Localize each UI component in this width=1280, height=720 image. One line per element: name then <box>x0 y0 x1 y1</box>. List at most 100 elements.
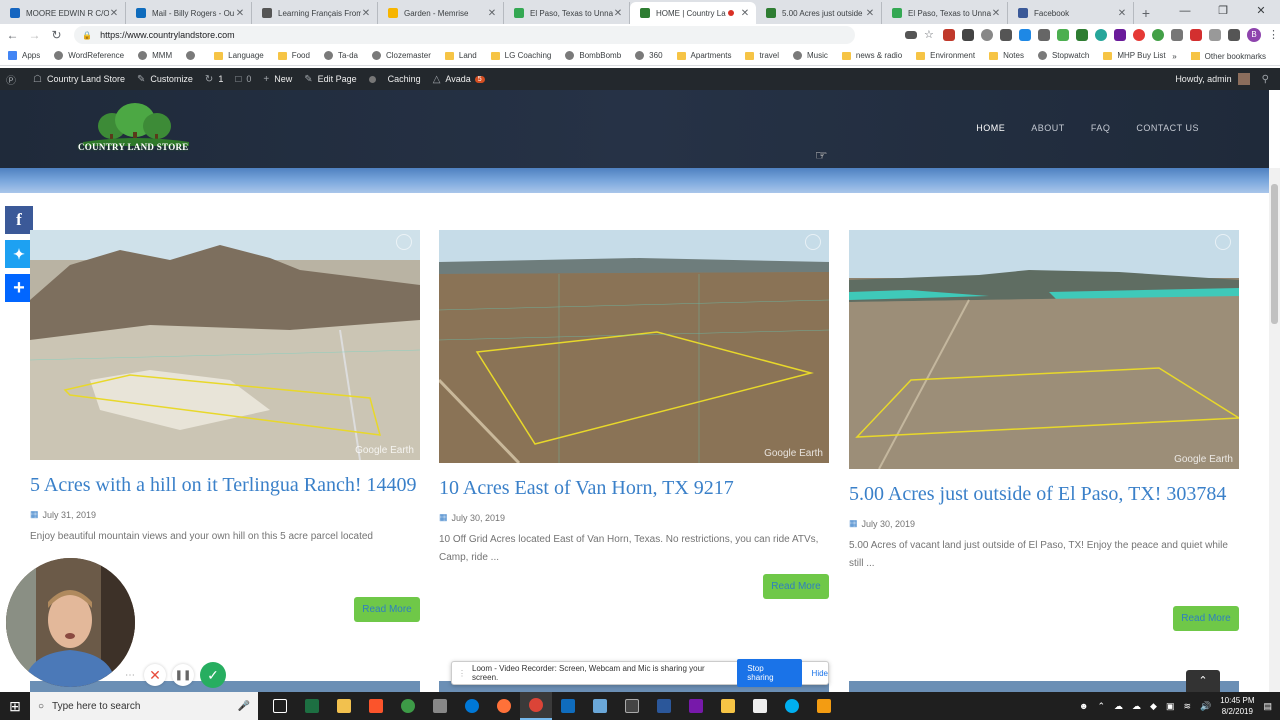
browser-tab[interactable]: Mail - Billy Rogers - Ou ✕ <box>126 2 252 24</box>
more-dots-icon[interactable]: ⋯ <box>122 667 138 683</box>
nav-about[interactable]: ABOUT <box>1031 123 1065 133</box>
app-icon[interactable] <box>424 692 456 720</box>
next-post-image[interactable] <box>849 681 1239 692</box>
bookmark-item[interactable]: Apartments <box>676 51 731 60</box>
bookmark-item[interactable]: Music <box>793 51 828 60</box>
notifications-icon[interactable]: ▤ <box>1263 701 1272 712</box>
webcam-bubble[interactable] <box>6 558 135 687</box>
menu-icon[interactable]: ⋮ <box>1268 29 1280 41</box>
bookmark-item[interactable]: Ta-da <box>323 51 358 60</box>
drag-handle-icon[interactable]: ⋮ <box>458 669 466 678</box>
wp-site-link[interactable]: ☖ Country Land Store <box>27 68 131 90</box>
bookmark-item[interactable]: BombBomb <box>565 51 621 60</box>
finish-recording-icon[interactable]: ✓ <box>200 662 226 688</box>
twitter-share-button[interactable]: ✦ <box>5 240 33 268</box>
extension-icon[interactable] <box>1037 29 1050 41</box>
taskbar-search[interactable]: ○ Type here to search 🎤 <box>30 692 258 720</box>
new-tab-icon[interactable]: + <box>1134 2 1158 24</box>
wp-caching[interactable]: Caching <box>382 68 427 90</box>
profile-avatar[interactable]: B <box>1246 28 1261 42</box>
cloud-icon[interactable]: ☁ <box>1114 701 1123 712</box>
volume-icon[interactable]: 🔊 <box>1200 701 1211 712</box>
close-tab-icon[interactable]: ✕ <box>361 8 371 19</box>
chevron-up-icon[interactable]: ⌃ <box>1097 701 1105 712</box>
wp-updates[interactable]: ↻ 1 <box>199 68 229 90</box>
address-bar[interactable]: 🔒 https://www.countrylandstore.com <box>74 26 855 44</box>
extension-icon[interactable] <box>942 29 955 41</box>
pause-icon[interactable]: ❚❚ <box>172 664 194 686</box>
calculator-icon[interactable] <box>616 692 648 720</box>
browser-tab[interactable]: 5.00 Acres just outside ✕ <box>756 2 882 24</box>
firefox-icon[interactable] <box>488 692 520 720</box>
wp-logo-icon[interactable]: Ⓟ <box>0 68 27 90</box>
bookmark-item[interactable]: Environment <box>916 51 975 60</box>
dropbox-icon[interactable]: ◆ <box>1150 701 1157 712</box>
minimize-icon[interactable]: — <box>1166 0 1204 22</box>
wifi-icon[interactable]: ≋ <box>1183 701 1191 712</box>
extension-icon[interactable] <box>999 29 1012 41</box>
browser-tab[interactable]: HOME | Country La ✕ <box>630 2 756 24</box>
bookmark-item[interactable]: Land <box>444 51 477 60</box>
extension-icon[interactable] <box>1189 29 1202 41</box>
clock[interactable]: 10:45 PM 8/2/2019 <box>1220 695 1254 717</box>
close-tab-icon[interactable]: ✕ <box>487 8 497 19</box>
restore-icon[interactable]: ❐ <box>1204 0 1242 22</box>
nav-faq[interactable]: FAQ <box>1091 123 1111 133</box>
bookmark-item[interactable]: Language <box>214 51 264 60</box>
extension-icon[interactable] <box>980 29 993 41</box>
app-icon[interactable] <box>584 692 616 720</box>
extension-icon[interactable] <box>1151 29 1164 41</box>
bookmark-item[interactable]: Stopwatch <box>1037 51 1089 60</box>
bookmark-item[interactable]: Clozemaster <box>371 51 431 60</box>
close-tab-icon[interactable]: ✕ <box>1117 8 1127 19</box>
bookmark-item[interactable]: WordReference <box>54 51 124 60</box>
wp-search-icon[interactable]: ⚲ <box>1256 68 1280 90</box>
bookmark-item[interactable]: Food <box>277 51 310 60</box>
close-window-icon[interactable]: ✕ <box>1242 0 1280 22</box>
globe-icon[interactable] <box>392 692 424 720</box>
post-image[interactable]: Google Earth <box>30 230 420 460</box>
nav-home[interactable]: HOME <box>976 123 1005 133</box>
onedrive-icon[interactable]: ☁ <box>1132 701 1141 712</box>
reload-icon[interactable]: ↻ <box>47 28 66 42</box>
extension-icon[interactable] <box>1113 29 1126 41</box>
extension-icon[interactable] <box>1018 29 1031 41</box>
browser-tab[interactable]: El Paso, Texas to Unnar ✕ <box>882 2 1008 24</box>
extension-icon[interactable] <box>1075 29 1088 41</box>
page-scrollbar[interactable] <box>1269 168 1280 692</box>
bookmark-item[interactable]: Notes <box>989 51 1024 60</box>
cancel-recording-icon[interactable]: ✕ <box>144 664 166 686</box>
bookmark-item[interactable]: Apps <box>8 51 40 60</box>
hide-button[interactable]: Hide <box>812 669 828 678</box>
bookmark-item[interactable]: MHP Buy List <box>1103 51 1166 60</box>
back-icon[interactable]: ← <box>3 28 22 42</box>
wp-comments[interactable]: □ 0 <box>229 68 257 90</box>
wp-new[interactable]: + New <box>257 68 298 90</box>
onenote-icon[interactable] <box>680 692 712 720</box>
bookmark-item[interactable]: LG Coaching <box>490 51 551 60</box>
file-explorer-icon[interactable] <box>712 692 744 720</box>
wp-account[interactable]: Howdy, admin <box>1169 68 1255 90</box>
people-icon[interactable]: ☻ <box>1079 701 1088 711</box>
notepad-icon[interactable] <box>744 692 776 720</box>
extension-icon[interactable] <box>961 29 974 41</box>
extension-icon[interactable] <box>1094 29 1107 41</box>
post-image[interactable]: Google Earth <box>439 230 829 463</box>
browser-tab[interactable]: MOORE EDWIN R C/O ✕ <box>0 2 126 24</box>
bookmark-item[interactable]: 360 <box>635 51 663 60</box>
browser-tab[interactable]: Learning Français From ✕ <box>252 2 378 24</box>
facebook-share-button[interactable]: f <box>5 206 33 234</box>
post-image[interactable]: Google Earth <box>849 230 1239 469</box>
store-icon[interactable] <box>328 692 360 720</box>
forward-icon[interactable]: → <box>25 28 44 42</box>
bookmark-item[interactable]: MMM <box>138 51 172 60</box>
star-icon[interactable]: ☆ <box>924 29 936 41</box>
post-title[interactable]: 5.00 Acres just outside of El Paso, TX! … <box>849 481 1239 508</box>
bookmark-item[interactable] <box>186 51 200 60</box>
microphone-icon[interactable]: 🎤 <box>238 701 250 712</box>
browser-tab[interactable]: El Paso, Texas to Unnar ✕ <box>504 2 630 24</box>
wp-avada[interactable]: △ Avada 5 <box>427 68 491 90</box>
read-more-button[interactable]: Read More <box>354 597 420 622</box>
bookmark-item[interactable]: news & radio <box>841 51 902 60</box>
task-view-icon[interactable] <box>264 692 296 720</box>
